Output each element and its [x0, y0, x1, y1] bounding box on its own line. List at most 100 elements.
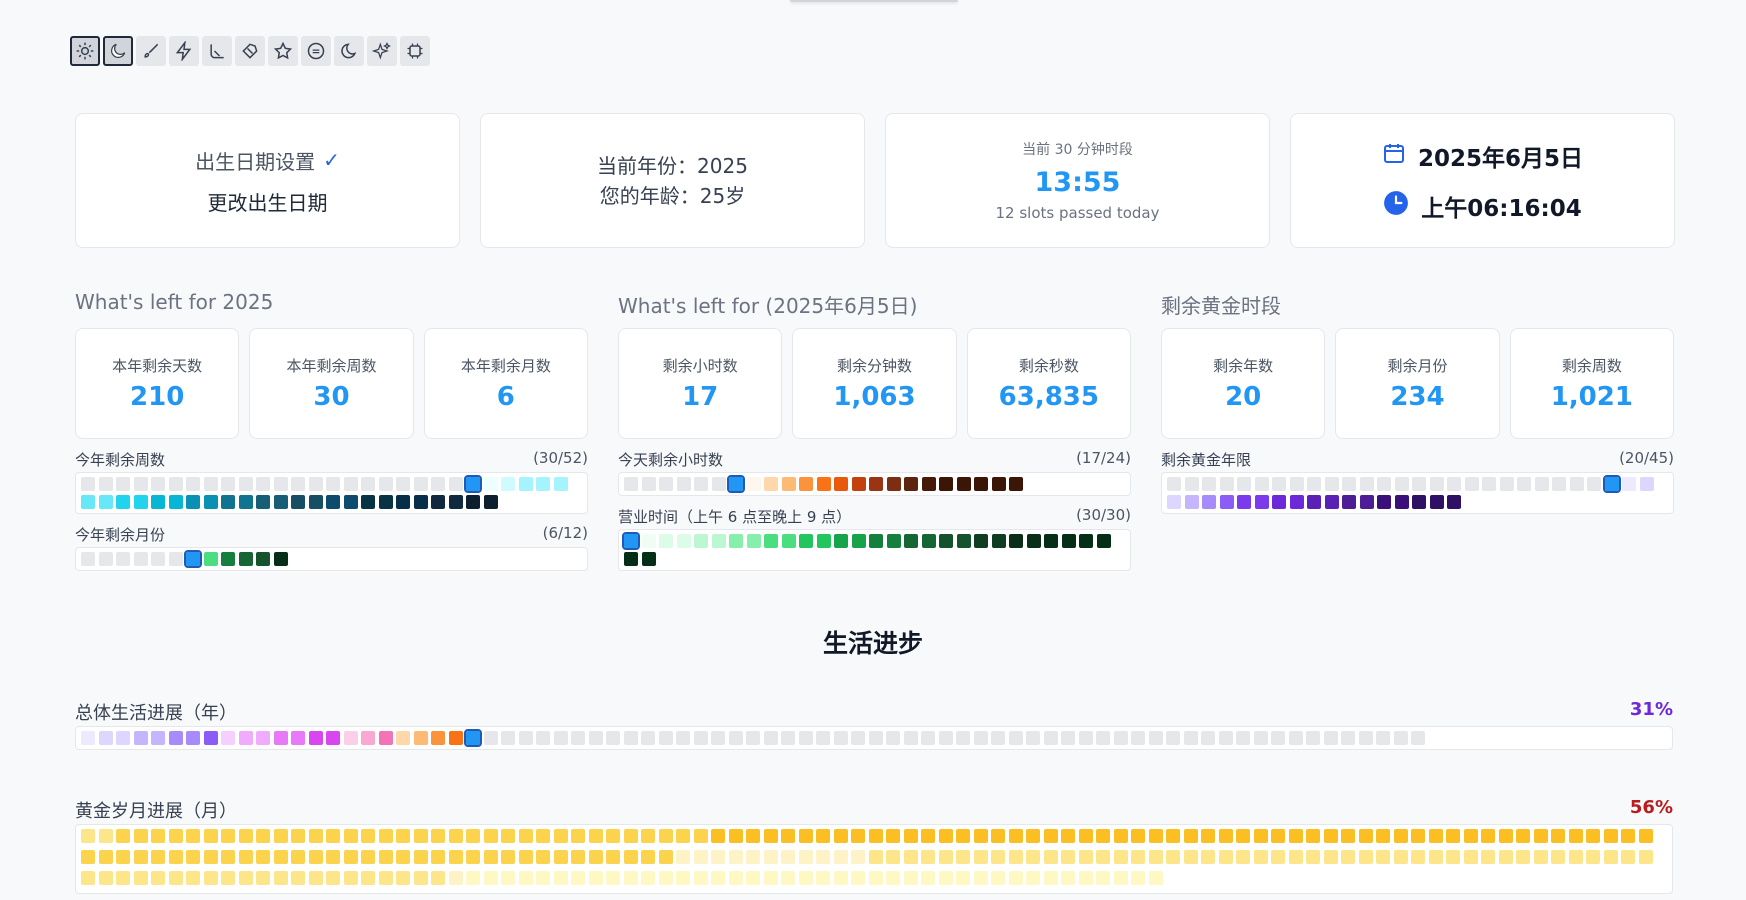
grid-cell [238, 829, 253, 843]
star-theme-button[interactable] [268, 36, 298, 66]
ski-theme-button[interactable] [202, 36, 232, 66]
grid-cell [1324, 477, 1339, 491]
stat-label: 剩余年数 [1213, 357, 1274, 375]
sun-theme-button[interactable] [70, 36, 100, 66]
grid-cell [483, 731, 498, 745]
grid-cell [553, 829, 568, 843]
zap-theme-button[interactable] [169, 36, 199, 66]
slot-time: 13:55 [1034, 167, 1121, 198]
grid-cell [98, 871, 113, 886]
grid-cell [711, 829, 725, 843]
grid-cell [729, 534, 743, 548]
grid-cell [378, 829, 393, 843]
grid-cell [1289, 494, 1304, 509]
grid-cell [1061, 829, 1075, 843]
grid-cell [168, 850, 183, 865]
sun-icon [76, 42, 94, 60]
grid-cell [868, 829, 883, 843]
grid-cell [1306, 731, 1320, 745]
grid-cell [221, 829, 235, 843]
grid-cell [151, 829, 165, 843]
grid-cell [1323, 829, 1338, 843]
grid-cell [343, 871, 358, 886]
grid-cell [1568, 850, 1583, 865]
grid-cell [1411, 850, 1425, 865]
clock-icon [1383, 190, 1409, 222]
grid-cell [1201, 829, 1215, 843]
birth-date-card[interactable]: 出生日期设置 ✓ 更改出生日期 [75, 113, 460, 248]
grid-cell [396, 850, 410, 865]
circle-minus-theme-button[interactable] [301, 36, 331, 66]
crescent-theme-button[interactable] [334, 36, 364, 66]
grid-cell [571, 871, 585, 886]
grid-cell [588, 829, 603, 843]
grid-cell [203, 829, 218, 843]
grid-cell [431, 871, 445, 886]
grid-cell [694, 534, 708, 548]
grid-cell [431, 477, 445, 491]
grid-cell [98, 477, 113, 491]
grid-cell [816, 829, 830, 843]
grid-cell [116, 850, 130, 865]
slot-label: 当前 30 分钟时段 [1022, 142, 1133, 158]
stat-golden-weeks-left: 剩余周数 1,021 [1509, 328, 1674, 439]
moon-theme-button[interactable] [103, 36, 133, 66]
grid-cell [693, 871, 708, 886]
grid-cell [221, 551, 235, 566]
grid-cell [571, 829, 585, 843]
grid-cell [868, 731, 883, 745]
stat-value: 63,835 [998, 382, 1099, 412]
grid-cell [1602, 475, 1621, 493]
cpu-icon [407, 43, 423, 59]
grid-cell [764, 477, 778, 491]
grid-cell [798, 829, 813, 843]
grid-cell [133, 494, 148, 509]
grid-cell [151, 477, 165, 491]
grid-cell [536, 731, 550, 745]
grid-cell [974, 534, 988, 548]
grid-cell [886, 731, 900, 745]
grid-cell [1341, 731, 1355, 745]
brush-theme-button[interactable] [136, 36, 166, 66]
grid-cell [1148, 731, 1163, 745]
grid-cell [1218, 731, 1233, 745]
grid-cell [98, 494, 113, 509]
grid-cell [203, 494, 218, 509]
grid-cell [1342, 494, 1356, 509]
grid-cell [606, 731, 620, 745]
change-birth-date-button[interactable]: 更改出生日期 [208, 187, 328, 216]
grid-cell [238, 850, 253, 865]
grid-cell [98, 551, 113, 566]
sparkles-theme-button[interactable] [367, 36, 397, 66]
grid-cell [116, 871, 130, 886]
grid-cell [781, 731, 795, 745]
grid-cell [816, 871, 830, 886]
grid-cell [1113, 850, 1128, 865]
grid-cell [658, 871, 673, 886]
stat-months-left: 本年剩余月数 6 [423, 328, 588, 439]
grid-cell [133, 871, 148, 886]
grid-cell [1113, 829, 1128, 843]
cpu-theme-button[interactable] [400, 36, 430, 66]
stat-seconds-left: 剩余秒数 63,835 [966, 328, 1131, 439]
grid-cell [903, 871, 918, 886]
grid-cell [973, 871, 988, 886]
tag-theme-button[interactable] [235, 36, 265, 66]
grid-cell [1376, 850, 1390, 865]
grid-cell [1131, 829, 1145, 843]
grid-cell [886, 534, 901, 548]
grid-cell [326, 477, 340, 491]
brush-icon [144, 43, 159, 58]
grid-cell [727, 475, 745, 493]
slot-card: 当前 30 分钟时段 13:55 12 slots passed today [885, 113, 1270, 248]
grid-cell [938, 731, 953, 745]
grid-label: 今天剩余小时数 [618, 451, 724, 469]
grid-cell [186, 477, 200, 491]
year-age-card: 当前年份：2025 您的年龄：25岁 [480, 113, 865, 248]
grid-cell [343, 477, 358, 491]
grid-cell [763, 871, 778, 886]
grid-cell [1201, 731, 1215, 745]
grid-cell [728, 731, 743, 745]
grid-cell [1096, 731, 1110, 745]
grid-cell [904, 534, 918, 548]
